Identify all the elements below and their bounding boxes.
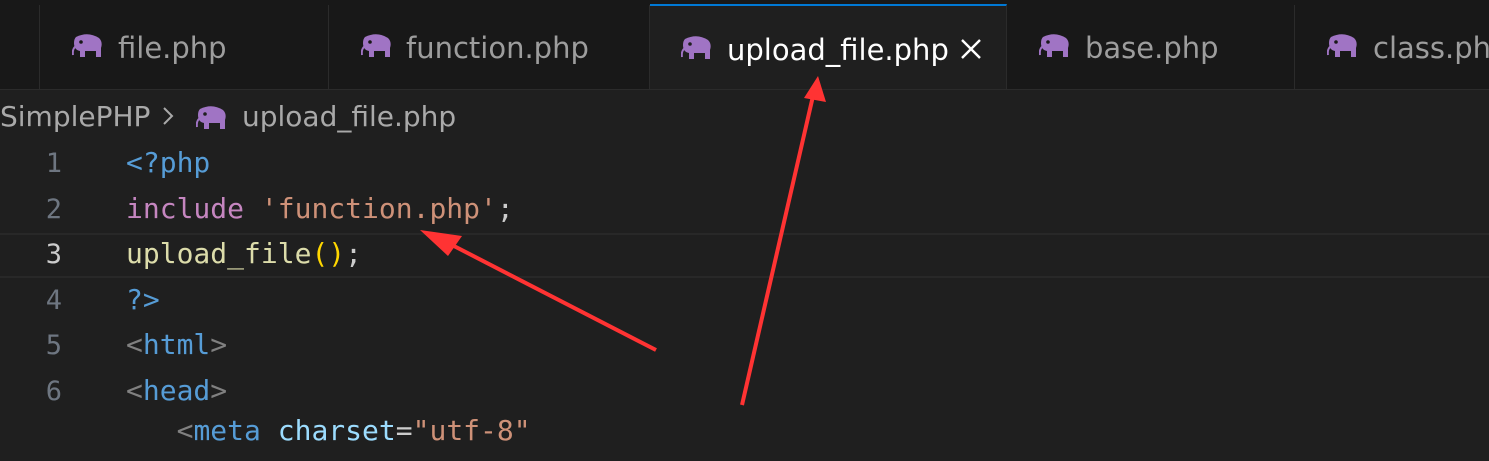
php-elephant-icon [196, 106, 226, 129]
code-line[interactable]: 6 <head> [0, 370, 1489, 415]
line-code: upload_file(); [126, 237, 362, 270]
tab-upload-file-php[interactable]: upload_file.php [650, 4, 1007, 89]
tab-overflow-left[interactable] [0, 5, 40, 89]
breadcrumb: SimplePHP upload_file.php [0, 96, 1489, 140]
tab-base-php[interactable]: base.php [1007, 5, 1295, 89]
code-line[interactable]: 4 ?> [0, 279, 1489, 324]
tab-class-php[interactable]: class.php [1295, 5, 1489, 89]
php-elephant-icon [361, 34, 391, 57]
tab-label: base.php [1085, 31, 1219, 65]
chevron-right-icon [163, 107, 174, 125]
line-number: 3 [45, 239, 62, 270]
breadcrumb-folder[interactable]: SimplePHP [0, 100, 150, 133]
php-elephant-icon [1327, 34, 1357, 57]
code-line-partial[interactable]: <meta charset="utf-8" [0, 414, 1489, 461]
code-line[interactable]: 2 include 'function.php'; [0, 188, 1489, 233]
semicolon: ; [345, 237, 363, 270]
php-elephant-icon [1039, 34, 1069, 57]
close-paren: ) [328, 237, 346, 270]
line-number: 1 [45, 148, 62, 179]
breadcrumb-file[interactable]: upload_file.php [242, 100, 456, 133]
tag-name: head [142, 374, 211, 407]
tab-file-php[interactable]: file.php [40, 5, 329, 89]
php-elephant-icon [681, 36, 711, 59]
code-editor[interactable]: 1 <?php 2 include 'function.php'; 3 uplo… [0, 142, 1489, 447]
tab-function-php[interactable]: function.php [329, 5, 650, 89]
tab-label: class.php [1373, 31, 1489, 65]
string-literal: 'function.php' [260, 192, 497, 225]
tag-bracket: < [126, 328, 143, 361]
semicolon: ; [496, 192, 514, 225]
tag-bracket: < [126, 374, 143, 407]
line-number: 6 [45, 376, 62, 407]
line-code: <?php [126, 146, 210, 179]
code-line-current[interactable]: 3 upload_file(); [0, 233, 1489, 278]
open-paren: ( [311, 237, 329, 270]
php-open-tag: <?php [126, 146, 211, 179]
tab-bar-divider [0, 89, 1489, 90]
tab-label: upload_file.php [727, 33, 949, 67]
line-number: 4 [45, 285, 62, 316]
editor-tab-bar: file.php function.php upload_file.php ba… [0, 0, 1489, 90]
line-code: <html> [126, 328, 227, 361]
tag-bracket: > [210, 374, 228, 407]
tab-label: file.php [118, 31, 227, 65]
partial-line-code: <meta charset="utf-8" [176, 414, 531, 447]
tab-label: function.php [406, 31, 589, 65]
line-code: <head> [126, 374, 227, 407]
line-code: ?> [126, 283, 160, 316]
line-number: 2 [45, 194, 62, 225]
php-elephant-icon [72, 34, 102, 57]
tag-bracket: > [210, 328, 228, 361]
line-code: include 'function.php'; [126, 192, 514, 225]
tag-name: html [142, 328, 211, 361]
code-line[interactable]: 1 <?php [0, 142, 1489, 187]
function-name: upload_file [126, 237, 312, 270]
code-line[interactable]: 5 <html> [0, 324, 1489, 369]
php-close-tag: ?> [126, 283, 160, 316]
keyword: include [126, 192, 245, 225]
line-number: 5 [45, 330, 62, 361]
close-icon[interactable] [959, 37, 983, 61]
